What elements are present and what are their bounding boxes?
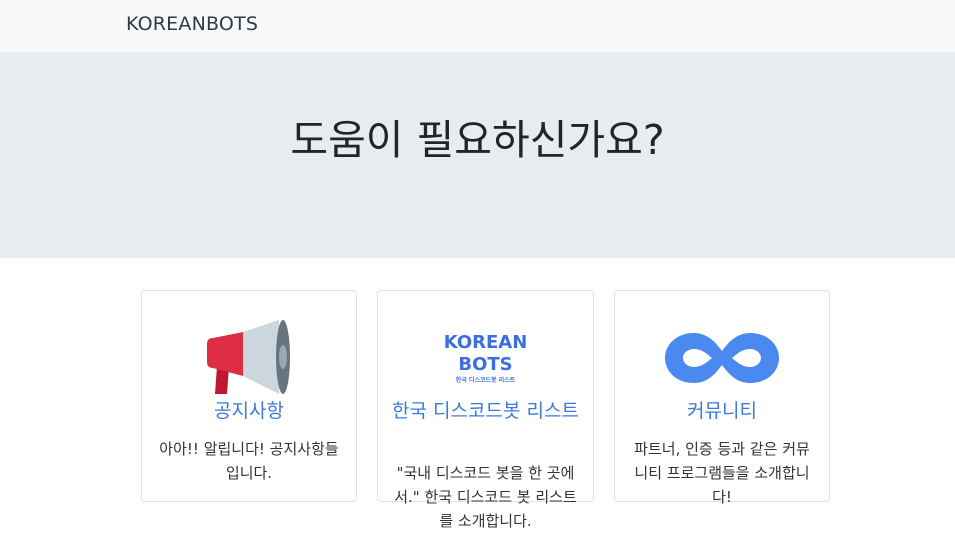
hero-title: 도움이 필요하신가요? [290,116,665,164]
card-community[interactable]: 커뮤니티 파트너, 인증 등과 같은 커뮤니티 프로그램들을 소개합니다! [614,290,830,506]
card-text-community: 파트너, 인증 등과 같은 커뮤니티 프로그램들을 소개합니다! [634,440,810,506]
infinity-icon [657,315,787,401]
card-title-koreanbots[interactable]: 한국 디스코드봇 리스트 [388,399,583,424]
hero-section: 도움이 필요하신가요? [0,52,955,258]
logo-subtitle: 한국 디스코드봇 리스트 [455,376,516,384]
card-text-notice: 아아!! 알립니다! 공지사항들입니다. [159,440,339,482]
logo-line-2: BOTS [458,353,513,375]
card-notice[interactable]: 공지사항 아아!! 알립니다! 공지사항들입니다. [141,290,357,502]
card-koreanbots[interactable]: KOREAN BOTS 한국 디스코드봇 리스트 한국 디스코드봇 리스트 "국… [377,290,594,530]
navbar: KOREANBOTS [0,0,955,52]
logo-line-1: KOREAN [443,331,528,353]
card-title-notice[interactable]: 공지사항 [152,399,346,424]
card-text-koreanbots: "국내 디스코드 봇을 한 곳에서." 한국 디스코드 봇 리스트를 소개합니다… [394,464,577,530]
koreanbots-logo: KOREAN BOTS 한국 디스코드봇 리스트 [421,315,551,401]
megaphone-icon [184,315,314,401]
card-title-community[interactable]: 커뮤니티 [625,399,819,424]
brand-link[interactable]: KOREANBOTS [126,13,258,35]
